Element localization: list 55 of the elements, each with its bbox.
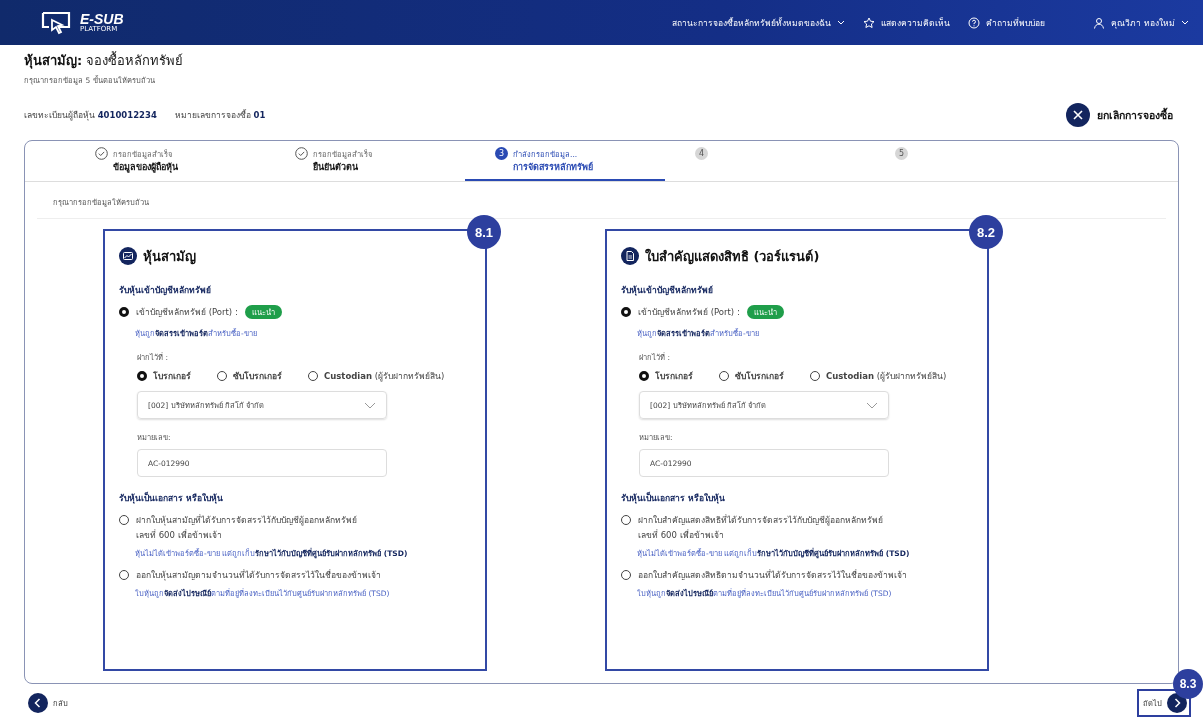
user-menu[interactable]: คุณวิภา ทองใหม่ — [1093, 15, 1189, 30]
radio-button[interactable] — [119, 307, 129, 317]
step-tab[interactable]: 4 — [665, 141, 865, 181]
option-label: ฝากใบสำคัญแสดงสิทธิที่ได้รับการจัดสรรไว้กับบัญชีผู้ออกหลักทรัพย์ — [638, 513, 884, 528]
option-label: เลขที่ 600 เพื่อข้าพเจ้า — [136, 528, 223, 542]
step-number: 3 — [495, 147, 508, 160]
check-circle-icon — [295, 147, 308, 160]
info-text: เลขทะเบียนผู้ถือหุ้น 4010012234 — [24, 109, 157, 122]
section-heading: รับหุ้นเข้าบัญชีหลักทรัพย์ — [621, 284, 714, 297]
option-label: ออกใบหุ้นสามัญตามจำนวนที่ได้รับการจัดสรรไว้ในชื่อของข้าพเจ้า — [136, 568, 382, 583]
menu-link[interactable]: แสดงความคิดเห็น — [863, 15, 951, 30]
chevron-down-icon — [1181, 19, 1189, 26]
annotation-marker: 8.1 — [467, 215, 501, 249]
option-label: Custodian (ผู้รับฝากทรัพย์สิน) — [826, 370, 947, 383]
chevron-down-icon — [837, 19, 846, 26]
option-label: ออกใบสำคัญแสดงสิทธิตามจำนวนที่ได้รับการจัดสรรไว้ในชื่อของข้าพเจ้า — [638, 568, 908, 582]
annotation-marker: 8.3 — [1173, 668, 1203, 699]
step-tab[interactable]: 5 — [865, 141, 1065, 181]
step-number: 4 — [695, 147, 708, 160]
option-label: ซับโบรกเกอร์ — [735, 370, 784, 383]
chart-icon — [119, 247, 137, 265]
logo-title: E-SUB — [80, 12, 124, 26]
option-label: ฝากใบหุ้นสามัญที่ได้รับการจัดสรรไว้กับบัญชีผู้ออกหลักทรัพย์ — [136, 513, 358, 528]
chevron-left-icon — [28, 692, 48, 713]
section-heading: รับหุ้นเป็นเอกสาร หรือใบหุ้น — [119, 491, 224, 505]
document-icon — [621, 247, 639, 265]
radio-button[interactable] — [137, 371, 147, 381]
option-label: เข้าบัญชีหลักทรัพย์ (Port) : — [638, 306, 740, 319]
card-title: หุ้นสามัญ — [143, 247, 196, 267]
option-label: เลขที่ 600 เพื่อข้าพเจ้า — [638, 528, 725, 542]
option-label: Custodian (ผู้รับฝากทรัพย์สิน) — [324, 370, 445, 383]
section-heading: รับหุ้นเป็นเอกสาร หรือใบหุ้น — [621, 491, 726, 505]
check-circle-icon — [95, 147, 108, 160]
help-icon — [968, 16, 981, 29]
user-icon — [1093, 16, 1106, 29]
option-label: เข้าบัญชีหลักทรัพย์ (Port) : — [136, 306, 238, 319]
star-icon — [863, 16, 876, 29]
option-label: โบรกเกอร์ — [153, 370, 191, 383]
option-label: โบรกเกอร์ — [655, 370, 693, 383]
card-title: ใบสำคัญแสดงสิทธิ (วอร์แรนต์) — [645, 247, 820, 267]
chevron-down-icon — [866, 401, 878, 409]
cancel-button[interactable]: ยกเลิกการจองซื้อ — [1066, 103, 1173, 127]
radio-button[interactable] — [639, 371, 649, 381]
chevron-down-icon — [364, 401, 376, 409]
chevron-right-icon — [1167, 692, 1187, 713]
annotation-marker: 8.2 — [969, 215, 1003, 249]
radio-button[interactable] — [621, 307, 631, 317]
step-number: 5 — [895, 147, 908, 160]
info-text: หมายเลขการจองซื้อ 01 — [174, 108, 266, 122]
menu-link[interactable]: คำถามที่พบบ่อย — [968, 15, 1046, 30]
menu-link[interactable]: สถานะการจองซื้อหลักทรัพย์ทั้งหมดของฉัน — [672, 15, 846, 30]
option-label: ซับโบรกเกอร์ — [233, 370, 282, 383]
page-title: หุ้นสามัญ: จองซื้อหลักทรัพย์ — [24, 50, 185, 71]
close-icon — [1066, 103, 1090, 127]
section-heading: รับหุ้นเข้าบัญชีหลักทรัพย์ — [119, 284, 212, 297]
